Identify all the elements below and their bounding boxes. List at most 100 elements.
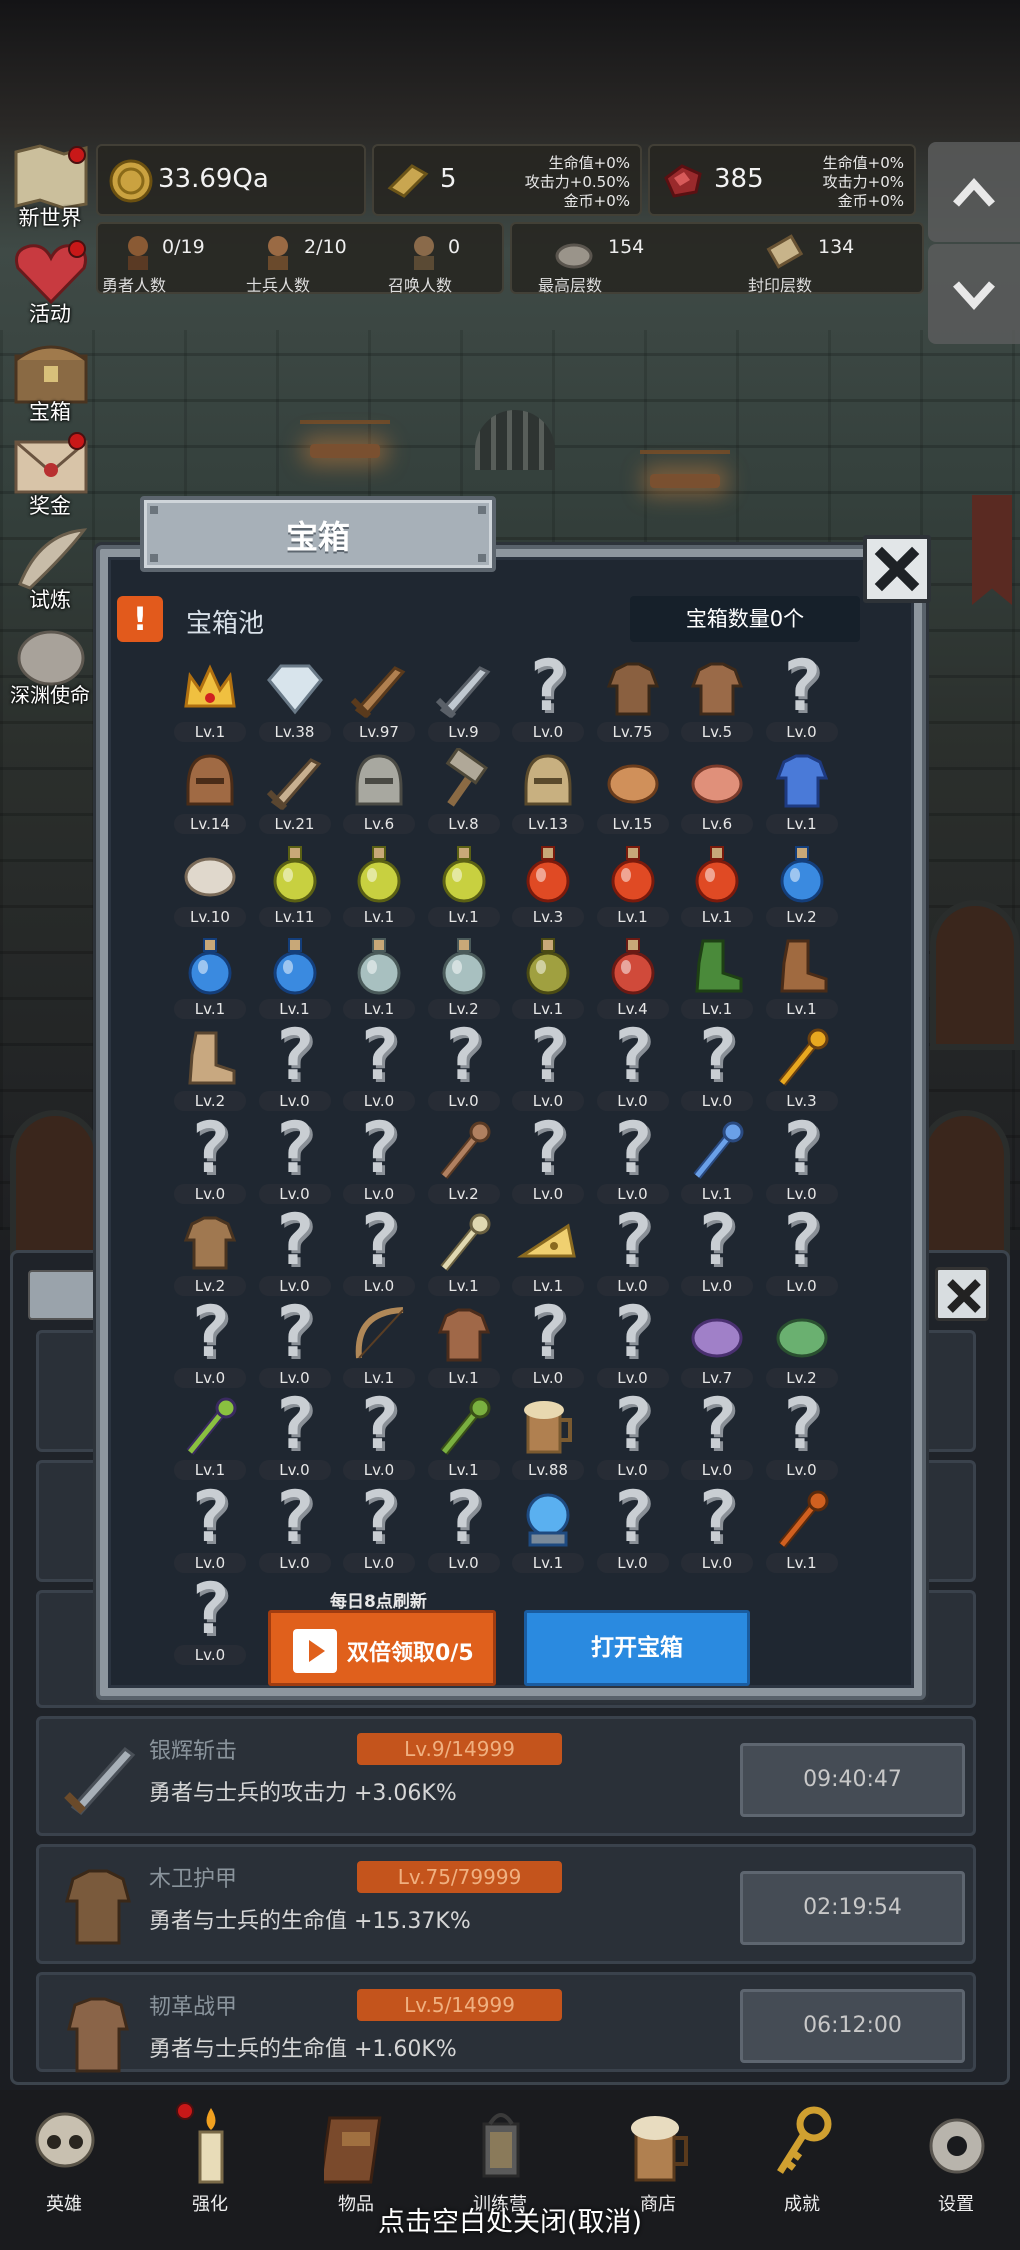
modal-close-button[interactable] <box>863 535 931 603</box>
item-slot[interactable]: Lv.75 <box>591 650 675 742</box>
item-slot[interactable]: ? Lv.0 <box>337 1388 421 1481</box>
item-slot[interactable]: Lv.6 <box>675 742 759 835</box>
item-slot[interactable]: Lv.15 <box>591 742 675 835</box>
item-slot[interactable]: Lv.2 <box>422 927 506 1019</box>
item-slot[interactable]: ? Lv.0 <box>168 1112 252 1204</box>
item-slot[interactable]: ? Lv.0 <box>253 1019 337 1112</box>
side-menu-event[interactable]: 活动 <box>4 236 96 326</box>
scroll-up-button[interactable] <box>928 142 1020 242</box>
item-slot[interactable]: ? Lv.0 <box>506 1112 590 1204</box>
item-slot[interactable]: ? Lv.0 <box>591 1481 675 1573</box>
item-slot[interactable]: Lv.1 <box>760 927 844 1019</box>
item-slot[interactable]: Lv.97 <box>337 650 421 742</box>
item-slot[interactable]: ? Lv.0 <box>422 1481 506 1573</box>
close-hint[interactable]: 点击空白处关闭(取消) <box>0 2200 1020 2239</box>
item-slot[interactable]: Lv.2 <box>168 1019 252 1112</box>
item-slot[interactable]: ? Lv.0 <box>591 1019 675 1112</box>
item-slot[interactable]: Lv.1 <box>506 1481 590 1573</box>
item-slot[interactable]: ? Lv.0 <box>760 1112 844 1204</box>
item-slot[interactable]: ? Lv.0 <box>591 1204 675 1296</box>
item-slot[interactable]: ? Lv.0 <box>337 1204 421 1296</box>
item-slot[interactable]: Lv.1 <box>337 1296 421 1389</box>
item-level-label: Lv.6 <box>343 814 415 835</box>
item-slot[interactable]: Lv.6 <box>337 742 421 835</box>
item-slot[interactable]: Lv.1 <box>422 835 506 927</box>
item-slot[interactable]: ? Lv.0 <box>506 1019 590 1112</box>
item-slot[interactable]: ? Lv.0 <box>253 1204 337 1296</box>
item-slot[interactable]: Lv.1 <box>253 927 337 1019</box>
question-mark-icon: ? <box>357 1475 401 1558</box>
item-slot[interactable]: Lv.1 <box>422 1204 506 1296</box>
item-slot[interactable]: ? Lv.0 <box>675 1204 759 1296</box>
item-slot[interactable]: ? Lv.0 <box>253 1296 337 1389</box>
item-slot[interactable]: ? Lv.0 <box>760 1204 844 1296</box>
item-slot[interactable]: Lv.1 <box>168 927 252 1019</box>
item-slot[interactable]: ? Lv.0 <box>591 1112 675 1204</box>
side-menu-abyss[interactable]: 深渊使命 <box>4 616 96 707</box>
item-slot[interactable]: ? Lv.0 <box>675 1388 759 1481</box>
item-slot[interactable]: Lv.1 <box>591 835 675 927</box>
item-slot[interactable]: ? Lv.0 <box>253 1388 337 1481</box>
item-slot[interactable]: Lv.2 <box>168 1204 252 1296</box>
item-slot[interactable]: Lv.8 <box>422 742 506 835</box>
item-slot[interactable]: Lv.10 <box>168 835 252 927</box>
item-slot[interactable]: Lv.1 <box>168 650 252 742</box>
item-slot[interactable]: ? Lv.0 <box>168 1573 252 1665</box>
item-slot[interactable]: ? Lv.0 <box>760 650 844 742</box>
item-slot[interactable]: Lv.9 <box>422 650 506 742</box>
item-slot[interactable]: ? Lv.0 <box>253 1481 337 1573</box>
item-slot[interactable]: ? Lv.0 <box>337 1112 421 1204</box>
double-claim-button[interactable]: 双倍领取0/5 <box>268 1610 496 1686</box>
item-slot[interactable]: ? Lv.0 <box>422 1019 506 1112</box>
item-slot[interactable]: ? Lv.0 <box>253 1112 337 1204</box>
side-menu-new-world[interactable]: 新世界 <box>4 140 96 230</box>
item-slot[interactable]: ? Lv.0 <box>591 1388 675 1481</box>
item-slot[interactable]: ? Lv.0 <box>675 1019 759 1112</box>
item-slot[interactable]: Lv.3 <box>760 1019 844 1112</box>
item-slot[interactable]: Lv.5 <box>675 650 759 742</box>
item-slot[interactable]: Lv.21 <box>253 742 337 835</box>
item-slot[interactable]: ? Lv.0 <box>168 1296 252 1389</box>
side-menu-trial[interactable]: 试炼 <box>4 522 96 612</box>
panel-close-button[interactable] <box>935 1267 989 1321</box>
countdown-timer[interactable]: 09:40:47 <box>740 1743 965 1817</box>
item-slot[interactable]: Lv.1 <box>760 1481 844 1573</box>
item-slot[interactable]: Lv.2 <box>422 1112 506 1204</box>
item-slot[interactable]: ? Lv.0 <box>337 1019 421 1112</box>
item-slot[interactable]: Lv.3 <box>506 835 590 927</box>
item-slot[interactable]: Lv.11 <box>253 835 337 927</box>
item-slot[interactable]: Lv.1 <box>506 927 590 1019</box>
side-menu-chest[interactable]: 宝箱 <box>4 334 96 424</box>
item-slot[interactable]: ? Lv.0 <box>337 1481 421 1573</box>
item-slot[interactable]: Lv.7 <box>675 1296 759 1389</box>
item-slot[interactable]: Lv.1 <box>422 1388 506 1481</box>
item-slot[interactable]: Lv.1 <box>760 742 844 835</box>
item-slot[interactable]: Lv.1 <box>337 927 421 1019</box>
item-slot[interactable]: Lv.4 <box>591 927 675 1019</box>
item-slot[interactable]: ? Lv.0 <box>675 1481 759 1573</box>
item-slot[interactable]: ? Lv.0 <box>760 1388 844 1481</box>
item-slot[interactable]: Lv.1 <box>675 835 759 927</box>
item-slot[interactable]: Lv.1 <box>675 1112 759 1204</box>
item-slot[interactable]: Lv.1 <box>675 927 759 1019</box>
item-description: 勇者与士兵的生命值 +1.60K% <box>149 2037 457 2062</box>
item-slot[interactable]: Lv.1 <box>422 1296 506 1389</box>
item-slot[interactable]: Lv.13 <box>506 742 590 835</box>
item-slot[interactable]: ? Lv.0 <box>591 1296 675 1389</box>
open-chest-button[interactable]: 打开宝箱 <box>524 1610 750 1686</box>
item-slot[interactable]: Lv.2 <box>760 835 844 927</box>
scroll-down-button[interactable] <box>928 244 1020 344</box>
item-slot[interactable]: Lv.1 <box>168 1388 252 1481</box>
countdown-timer[interactable]: 06:12:00 <box>740 1989 965 2063</box>
item-slot[interactable]: ? Lv.0 <box>506 1296 590 1389</box>
item-slot[interactable]: Lv.1 <box>337 835 421 927</box>
side-menu-bonus[interactable]: 奖金 <box>4 428 96 518</box>
item-slot[interactable]: ? Lv.0 <box>168 1481 252 1573</box>
item-slot[interactable]: Lv.88 <box>506 1388 590 1481</box>
item-slot[interactable]: Lv.1 <box>506 1204 590 1296</box>
item-slot[interactable]: ? Lv.0 <box>506 650 590 742</box>
item-slot[interactable]: Lv.2 <box>760 1296 844 1389</box>
item-slot[interactable]: Lv.14 <box>168 742 252 835</box>
countdown-timer[interactable]: 02:19:54 <box>740 1871 965 1945</box>
item-slot[interactable]: Lv.38 <box>253 650 337 742</box>
